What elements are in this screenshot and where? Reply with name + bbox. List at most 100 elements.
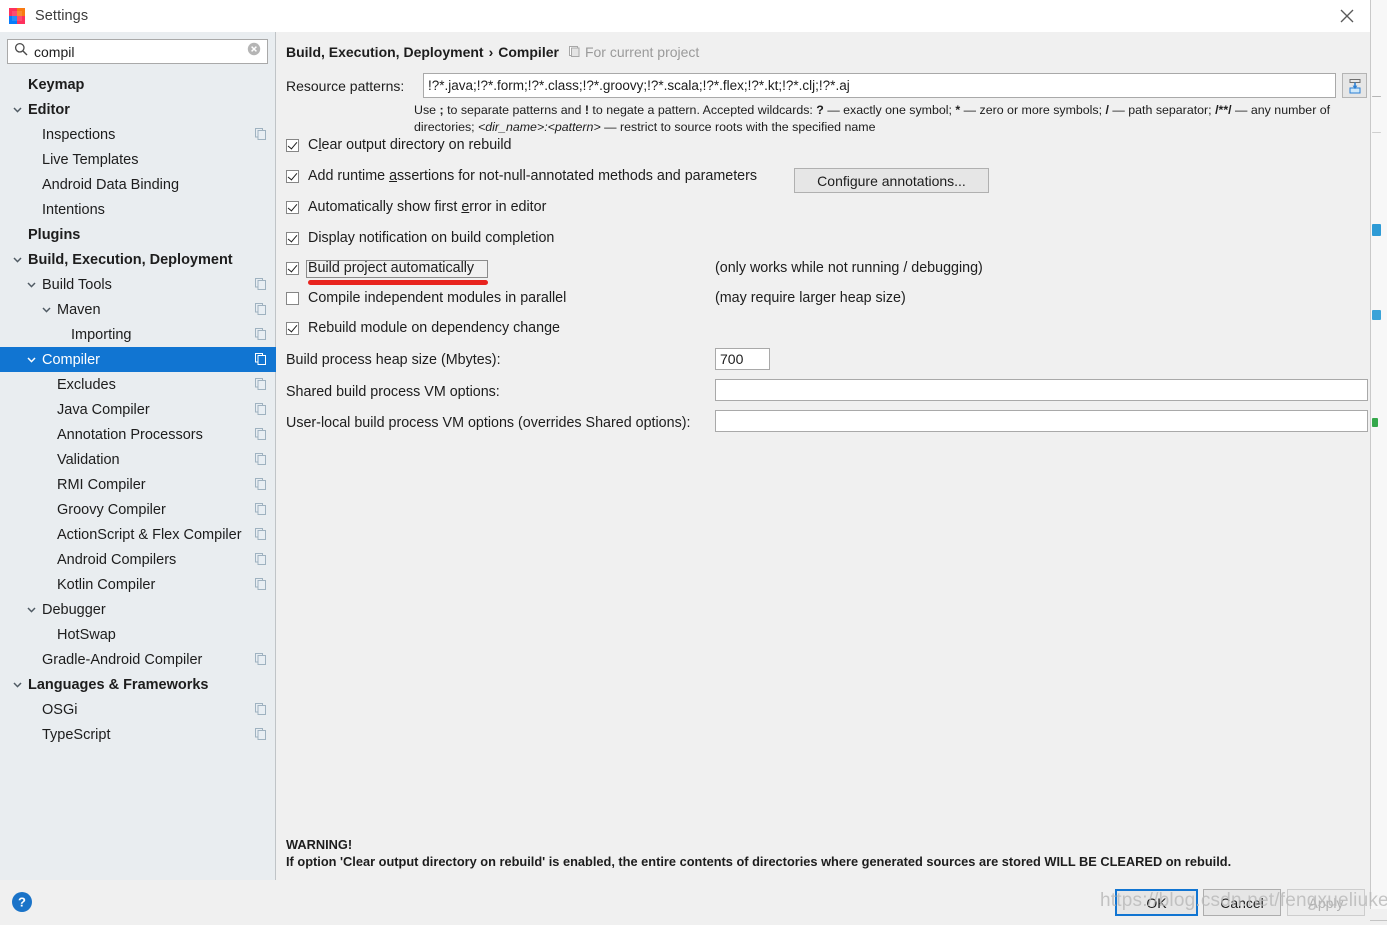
sidebar-item-label: Inspections [42,126,116,143]
project-scope-icon [255,303,266,319]
sidebar-item-plugins[interactable]: Plugins [0,222,276,247]
userlocal-vm-options-input[interactable] [715,410,1368,432]
sidebar-item-importing[interactable]: Importing [0,322,276,347]
heap-size-input[interactable] [715,348,770,370]
sidebar-item-excludes[interactable]: Excludes [0,372,276,397]
label-part-post: ear output directory on rebuild [321,137,512,153]
chevron-down-icon[interactable] [40,303,53,316]
breadcrumb-parent[interactable]: Build, Execution, Deployment [286,44,484,60]
project-scope-icon [255,378,266,394]
label-part-post: ssertions for not-null-annotated methods… [397,168,758,184]
checkbox-row-compile-independent-modules-in-parallel[interactable]: Compile independent modules in parallel [286,290,566,306]
chevron-down-icon[interactable] [25,603,38,616]
sidebar-item-osgi[interactable]: OSGi [0,697,276,722]
sidebar-item-label: Plugins [28,226,81,243]
label-part-pre: Display notification on build completion [308,230,555,246]
project-scope-icon [255,578,266,594]
sidebar-item-label: Excludes [57,376,116,393]
checkbox-compile-independent-modules-in-parallel[interactable] [286,291,299,305]
help-dirname: <dir_name> [478,120,545,134]
sidebar-item-editor[interactable]: Editor [0,97,276,122]
search-input[interactable] [34,43,247,60]
project-scope-icon [255,553,266,569]
checkbox-display-notification-on-build-completion[interactable] [286,231,299,245]
checkbox-row-build-project-automatically[interactable]: Build project automatically [286,260,474,276]
sidebar-item-keymap[interactable]: Keymap [0,72,276,97]
checkbox-row-rebuild-module-on-dependency-change[interactable]: Rebuild module on dependency change [286,320,560,336]
checkbox-label: Build project automatically [308,260,474,276]
sidebar-item-android-compilers[interactable]: Android Compilers [0,547,276,572]
sidebar-item-android-data-binding[interactable]: Android Data Binding [0,172,276,197]
checkbox-clear-output-directory-on-rebuild[interactable] [286,138,299,152]
sidebar-item-rmi-compiler[interactable]: RMI Compiler [0,472,276,497]
sidebar-item-debugger[interactable]: Debugger [0,597,276,622]
checkbox-automatically-show-first-error-in-editor[interactable] [286,200,299,214]
warning-title: WARNING! [286,837,353,852]
checkbox-build-project-automatically[interactable] [286,261,299,275]
sidebar-item-kotlin-compiler[interactable]: Kotlin Compiler [0,572,276,597]
help-text-7: — [1231,103,1248,117]
checkbox-row-display-notification-on-build-completion[interactable]: Display notification on build completion [286,230,554,246]
sidebar-item-java-compiler[interactable]: Java Compiler [0,397,276,422]
sidebar-item-annotation-processors[interactable]: Annotation Processors [0,422,276,447]
chevron-down-icon[interactable] [11,253,24,266]
chevron-down-icon[interactable] [11,678,24,691]
help-circle-icon[interactable]: ? [11,891,33,913]
chevron-down-icon[interactable] [25,278,38,291]
ide-background-strip [1370,0,1387,925]
sidebar-item-label: Live Templates [42,151,139,168]
checkbox-row-clear-output-directory-on-rebuild[interactable]: Clear output directory on rebuild [286,137,511,153]
sidebar-item-gradle-android-compiler[interactable]: Gradle-Android Compiler [0,647,276,672]
sidebar-item-build-tools[interactable]: Build Tools [0,272,276,297]
insert-expand-icon[interactable] [1342,73,1367,98]
sidebar-item-label: RMI Compiler [57,476,146,493]
sidebar-item-intentions[interactable]: Intentions [0,197,276,222]
checkbox-row-add-runtime-assertions-for-not-null-anno[interactable]: Add runtime assertions for not-null-anno… [286,168,757,184]
clear-icon[interactable] [247,42,261,61]
project-scope-icon [255,478,266,494]
checkbox-row-automatically-show-first-error-in-editor[interactable]: Automatically show first error in editor [286,199,546,215]
cancel-button[interactable]: Cancel [1203,889,1281,916]
resource-patterns-label: Resource patterns: [286,78,405,94]
checkbox-add-runtime-assertions-for-not-null-anno[interactable] [286,169,299,183]
checkbox-label: Display notification on build completion [308,230,554,246]
ok-button[interactable]: OK [1115,889,1198,916]
sidebar-item-typescript[interactable]: TypeScript [0,722,276,747]
search-box[interactable] [7,39,268,64]
close-icon[interactable] [1324,0,1370,32]
sidebar-item-label: Editor [28,101,70,118]
help-question: ? [816,103,824,117]
chevron-down-icon[interactable] [11,103,24,116]
ide-marker-3 [1372,224,1381,236]
checkbox-label: Rebuild module on dependency change [308,320,560,336]
sidebar-item-languages-frameworks[interactable]: Languages & Frameworks [0,672,276,697]
sidebar-item-compiler[interactable]: Compiler [0,347,276,372]
shared-vm-options-input[interactable] [715,379,1368,401]
label-mnemonic: a [389,168,398,184]
sidebar-item-groovy-compiler[interactable]: Groovy Compiler [0,497,276,522]
sidebar-item-label: Importing [71,326,132,343]
sidebar-item-hotswap[interactable]: HotSwap [0,622,276,647]
sidebar-item-inspections[interactable]: Inspections [0,122,276,147]
configure-annotations-button[interactable]: Configure annotations... [794,168,989,193]
chevron-down-icon[interactable] [25,353,38,366]
sidebar-item-maven[interactable]: Maven [0,297,276,322]
sidebar-item-label: Java Compiler [57,401,150,418]
help-text-9: — restrict to source roots with the spec… [600,120,876,134]
label-part-pre: Rebuild module on dependency change [308,320,560,336]
sidebar-item-build-execution-deployment[interactable]: Build, Execution, Deployment [0,247,276,272]
sidebar-item-actionscript-flex-compiler[interactable]: ActionScript & Flex Compiler [0,522,276,547]
sidebar-item-label: Maven [57,301,101,318]
label-part-post: rror in editor [469,199,547,215]
sidebar-item-live-templates[interactable]: Live Templates [0,147,276,172]
resource-patterns-help: Use ; to separate patterns and ! to nega… [414,102,1339,136]
resource-patterns-input[interactable] [423,73,1336,98]
sidebar-item-validation[interactable]: Validation [0,447,276,472]
help-text-5: — zero or more symbols; [960,103,1106,117]
project-scope-icon [255,728,266,744]
checkbox-rebuild-module-on-dependency-change[interactable] [286,321,299,335]
project-scope-text: For current project [584,44,700,60]
dialog-footer: ? OK Cancel Apply [0,880,1370,925]
sidebar-item-label: OSGi [42,701,78,718]
project-scope-icon [255,653,266,669]
